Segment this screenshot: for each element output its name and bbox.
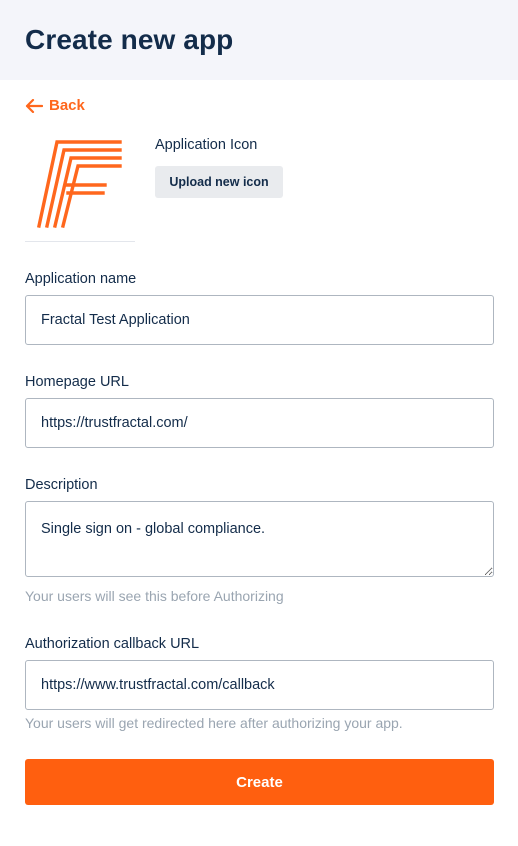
description-hint: Your users will see this before Authoriz…: [25, 588, 284, 604]
app-name-input[interactable]: [25, 295, 494, 345]
callback-url-label: Authorization callback URL: [25, 636, 200, 652]
application-icon-label: Application Icon: [155, 137, 258, 153]
app-icon-preview: [25, 136, 135, 242]
arrow-left-icon: [25, 98, 43, 113]
fractal-logo-icon: [37, 140, 122, 229]
callback-url-hint: Your users will get redirected here afte…: [25, 715, 403, 731]
back-label: Back: [49, 97, 85, 114]
callback-url-input[interactable]: [25, 660, 494, 710]
page-header: Create new app: [0, 0, 518, 80]
app-name-label: Application name: [25, 271, 137, 287]
homepage-url-label: Homepage URL: [25, 374, 129, 390]
create-button[interactable]: Create: [25, 759, 494, 805]
description-label: Description: [25, 477, 98, 493]
back-link[interactable]: Back: [25, 97, 85, 114]
application-icon-section: Application Icon Upload new icon: [25, 136, 495, 242]
homepage-url-input[interactable]: [25, 398, 494, 448]
upload-icon-button[interactable]: Upload new icon: [155, 166, 283, 198]
description-textarea[interactable]: Single sign on - global compliance.: [25, 501, 494, 577]
page-title: Create new app: [25, 24, 234, 55]
